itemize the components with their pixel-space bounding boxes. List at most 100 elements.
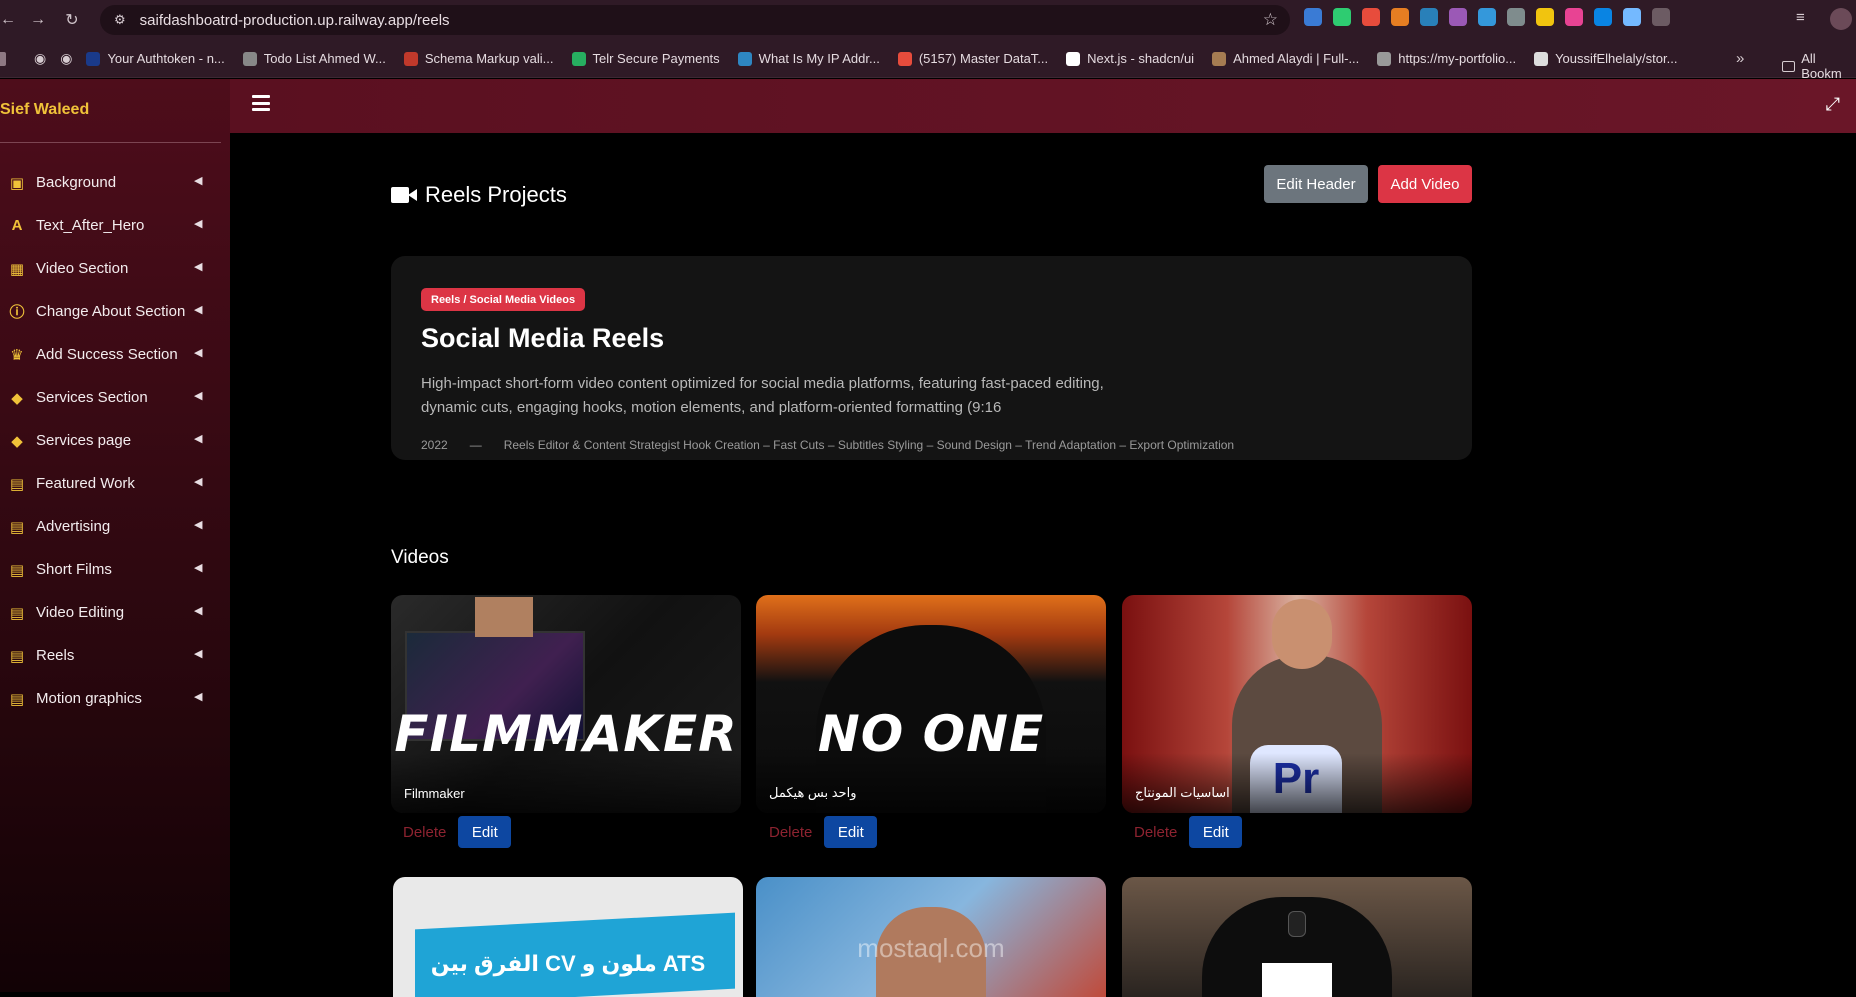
bookmark-item[interactable]: Todo List Ahmed W...: [242, 51, 386, 66]
chevron-left-icon: ◀: [194, 691, 203, 703]
bookmark-globe-icon[interactable]: ◉: [60, 50, 72, 67]
bookmark-globe-icon[interactable]: ◉: [34, 50, 46, 67]
sidebar-item-label: Reels: [36, 647, 75, 664]
bookmark-favicon-icon: [1377, 51, 1392, 66]
clipboard-icon: ▤: [9, 690, 25, 708]
sidebar-item[interactable]: ▤ Short Films ◀: [0, 548, 230, 591]
bookmark-item[interactable]: Telr Secure Payments: [571, 51, 720, 66]
extension-icon[interactable]: [1362, 8, 1380, 26]
extension-icon[interactable]: [1304, 8, 1322, 26]
extension-icon[interactable]: [1420, 8, 1438, 26]
delete-video-button[interactable]: Delete: [769, 824, 812, 841]
header-title: Social Media Reels: [421, 323, 665, 353]
extension-icon[interactable]: [1449, 8, 1467, 26]
bookmarks-bar: ◉ ◉ Your Authtoken - n... Todo List Ahmed…: [0, 40, 1856, 81]
delete-video-button[interactable]: Delete: [1134, 824, 1177, 841]
video-actions: Delete Edit: [403, 816, 512, 848]
bookmark-label: YoussifElhelaly/stor...: [1555, 51, 1678, 66]
sidebar-item-label: Add Success Section: [36, 346, 178, 363]
sidebar-item[interactable]: ▤ Motion graphics ◀: [0, 677, 230, 720]
top-navbar: ⤢: [230, 79, 1856, 133]
sidebar-item-label: Change About Section: [36, 303, 186, 320]
sidebar-item[interactable]: ◆ Services Section ◀: [0, 376, 230, 419]
extension-icon[interactable]: [1507, 8, 1525, 26]
sidebar-divider: [0, 142, 221, 143]
bookmark-item[interactable]: Next.js - shadcn/ui: [1066, 51, 1194, 66]
fullscreen-icon[interactable]: ⤢: [1826, 94, 1840, 115]
sidebar-item[interactable]: ▤ Advertising ◀: [0, 505, 230, 548]
extension-icon[interactable]: [1594, 8, 1612, 26]
video-card[interactable]: الفرق بين CV ملون و ATS: [393, 877, 743, 997]
tab-search-icon[interactable]: ≡: [1796, 9, 1805, 26]
video-actions: Delete Edit: [1134, 816, 1243, 848]
video-camera-icon: [391, 186, 417, 204]
main-content: Reels Projects Edit Header Add Video Ree…: [230, 133, 1856, 997]
extensions-puzzle-icon[interactable]: [1652, 8, 1670, 26]
apps-icon[interactable]: [0, 51, 6, 66]
sidebar-item[interactable]: A Text_After_Hero ◀: [0, 204, 230, 247]
extension-icon[interactable]: [1478, 8, 1496, 26]
tags-icon: ◆: [11, 432, 23, 450]
extension-icon[interactable]: [1565, 8, 1583, 26]
address-bar[interactable]: ⚙ saifdashboatrd-production.up.railway.a…: [100, 5, 1290, 35]
bookmark-item[interactable]: Ahmed Alaydi | Full-...: [1212, 51, 1359, 66]
page-title: Reels Projects: [391, 182, 567, 208]
site-settings-icon[interactable]: ⚙: [114, 12, 126, 28]
video-card[interactable]: Pr اساسيات المونتاج: [1122, 595, 1472, 813]
sidebar-item[interactable]: ♛ Add Success Section ◀: [0, 333, 230, 376]
bookmark-favicon-icon: [403, 51, 418, 66]
chevron-left-icon: ◀: [194, 562, 203, 574]
bookmark-item[interactable]: Your Authtoken - n...: [86, 51, 225, 66]
extensions-row: [1304, 8, 1670, 26]
brand-name[interactable]: Sief Waleed: [0, 101, 89, 119]
bookmark-label: Ahmed Alaydi | Full-...: [1233, 51, 1360, 66]
extension-icon[interactable]: [1623, 8, 1641, 26]
image-icon: ▣: [9, 174, 25, 192]
hamburger-menu-icon[interactable]: [252, 95, 270, 111]
extension-icon[interactable]: [1391, 8, 1409, 26]
sidebar-item[interactable]: ▤ Video Editing ◀: [0, 591, 230, 634]
extension-icon[interactable]: [1333, 8, 1351, 26]
bookmark-star-icon[interactable]: ☆: [1263, 10, 1278, 30]
video-card[interactable]: [1122, 877, 1472, 997]
header-year: 2022: [421, 438, 448, 452]
forward-icon[interactable]: →: [24, 6, 52, 34]
sidebar-item[interactable]: ▦ Video Section ◀: [0, 247, 230, 290]
reload-icon[interactable]: ↻: [58, 6, 86, 34]
sidebar-item[interactable]: ⓘ Change About Section ◀: [0, 290, 230, 333]
bookmark-label: What Is My IP Addr...: [758, 51, 880, 66]
edit-video-button[interactable]: Edit: [1189, 816, 1243, 848]
chevron-left-icon: ◀: [194, 433, 203, 445]
video-card[interactable]: FILMMAKER Filmmaker: [391, 595, 741, 813]
add-video-button[interactable]: Add Video: [1378, 165, 1472, 203]
sidebar-item[interactable]: ◆ Services page ◀: [0, 419, 230, 462]
video-card[interactable]: mostaql.com: [756, 877, 1106, 997]
edit-video-button[interactable]: Edit: [458, 816, 512, 848]
sidebar-item[interactable]: ▤ Featured Work ◀: [0, 462, 230, 505]
bookmark-item[interactable]: (5157) Master DataT...: [897, 51, 1049, 66]
bookmark-item[interactable]: Schema Markup vali...: [403, 51, 554, 66]
profile-avatar[interactable]: [1830, 8, 1852, 30]
sidebar-item[interactable]: ▣ Background ◀: [0, 161, 230, 204]
header-description: High-impact short-form video content opt…: [421, 375, 1104, 416]
edit-header-button[interactable]: Edit Header: [1264, 165, 1368, 203]
chevron-left-icon: ◀: [194, 476, 203, 488]
more-bookmarks-icon[interactable]: »: [1736, 50, 1744, 67]
bookmark-favicon-icon: [1534, 51, 1549, 66]
chevron-left-icon: ◀: [194, 261, 203, 273]
sidebar-item-label: Background: [36, 174, 117, 191]
bookmark-item[interactable]: YoussifElhelaly/stor...: [1534, 51, 1677, 66]
video-card[interactable]: NO ONE واحد بس هيكمل: [756, 595, 1106, 813]
edit-video-button[interactable]: Edit: [824, 816, 878, 848]
all-bookmarks[interactable]: All Bookm: [1782, 51, 1856, 81]
extension-icon[interactable]: [1536, 8, 1554, 26]
font-icon: A: [11, 217, 23, 234]
bookmark-item[interactable]: https://my-portfolio...: [1377, 51, 1516, 66]
bookmark-favicon-icon: [737, 51, 752, 66]
delete-video-button[interactable]: Delete: [403, 824, 446, 841]
sidebar: Sief Waleed ▣ Background ◀ A Text_After_Hero…: [0, 79, 230, 992]
bookmark-item[interactable]: What Is My IP Addr...: [737, 51, 880, 66]
bookmark-label: (5157) Master DataT...: [918, 51, 1049, 66]
sidebar-item[interactable]: ▤ Reels ◀: [0, 634, 230, 677]
back-icon[interactable]: ←: [0, 6, 22, 34]
